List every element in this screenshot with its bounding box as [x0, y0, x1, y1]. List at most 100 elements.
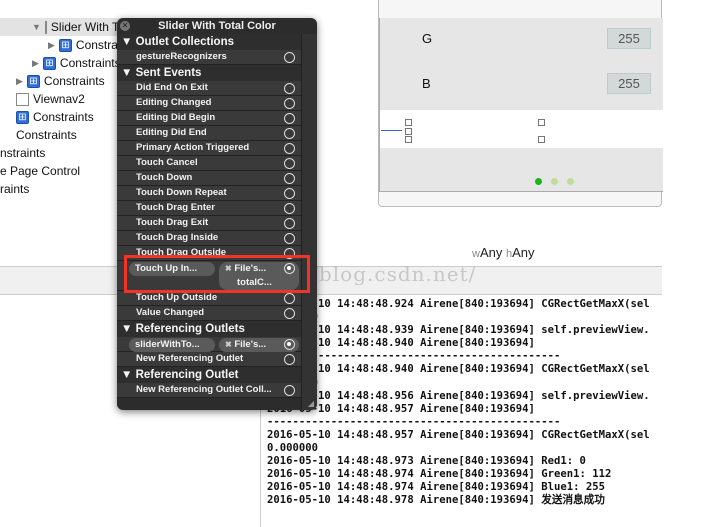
console-line: 2016-05-10 14:48:48.974 Airene[840:19369…: [267, 468, 612, 481]
outline-item[interactable]: ▶ ⊞ Constraints: [16, 72, 105, 90]
connection-item[interactable]: Editing Did Begin: [117, 111, 301, 126]
outline-item[interactable]: raints: [0, 180, 29, 198]
outline-item[interactable]: e Page Control: [0, 162, 80, 180]
connection-circle-icon[interactable]: [284, 203, 295, 214]
connection-circle-icon[interactable]: [284, 293, 295, 304]
resize-handle[interactable]: [538, 136, 545, 143]
source-pill[interactable]: sliderWithTo...: [129, 338, 215, 352]
outline-item[interactable]: Viewnav2: [16, 90, 85, 108]
outline-item-label: raints: [0, 182, 30, 196]
disclosure-open-icon[interactable]: ▼: [121, 36, 132, 48]
connection-item[interactable]: gestureRecognizers: [117, 50, 301, 65]
connection-circle-icon[interactable]: [284, 354, 295, 365]
connection-circle-icon[interactable]: [284, 128, 295, 139]
disclosure-open-icon[interactable]: ▼: [32, 22, 41, 32]
scrollbar[interactable]: [301, 34, 317, 410]
view-icon: [16, 92, 29, 106]
outline-item-label: Constraints: [33, 110, 94, 124]
outline-item[interactable]: Constraints: [16, 126, 77, 144]
disclosure-open-icon[interactable]: ▼: [121, 323, 132, 335]
connection-item[interactable]: Touch Down Repeat: [117, 186, 301, 201]
resize-grip-icon[interactable]: ◢: [308, 399, 314, 408]
connection-item[interactable]: Value Changed: [117, 306, 301, 321]
size-class-selector[interactable]: wAny hAny: [472, 245, 535, 260]
disclosure-closed-icon[interactable]: ▶: [16, 76, 23, 87]
close-icon[interactable]: ✕: [120, 21, 130, 31]
connection-circle-icon[interactable]: [284, 158, 295, 169]
page-dot[interactable]: [567, 178, 574, 185]
section-header[interactable]: ▼ Referencing Outlets: [117, 321, 301, 337]
console-line: 2016-05-10 14:48:48.957 Airene[840:19369…: [267, 428, 650, 441]
connection-item[interactable]: Touch Drag Exit: [117, 216, 301, 231]
w-value: Any: [479, 245, 503, 260]
connection-circle-icon[interactable]: [284, 385, 295, 396]
connection-circle-icon[interactable]: [284, 188, 295, 199]
view-controller-scene[interactable]: G 255 B 255: [379, 18, 664, 192]
w-prefix: w: [472, 248, 480, 260]
connection-item[interactable]: Touch Cancel: [117, 156, 301, 171]
disclosure-closed-icon[interactable]: ▶: [32, 58, 39, 69]
connections-popover: ✕ Slider With Total Color ▼ Outlet Colle…: [117, 18, 317, 410]
connection-label: Primary Action Triggered: [136, 142, 250, 153]
connection-circle-icon[interactable]: [284, 233, 295, 244]
console-output[interactable]: 2016-05-10 14:48:48.924 Airene[840:19369…: [260, 295, 662, 527]
outline-item[interactable]: ⊞ Constraints: [16, 108, 94, 126]
disclosure-closed-icon[interactable]: ▶: [48, 40, 55, 51]
constraints-icon: ⊞: [58, 38, 72, 52]
b-label: B: [422, 76, 431, 91]
connection-item[interactable]: New Referencing Outlet Coll...: [117, 383, 301, 398]
page-dot[interactable]: [535, 178, 542, 185]
b-value-field[interactable]: 255: [607, 73, 651, 94]
target-label: File's...: [234, 339, 267, 350]
outline-item-label: Constraints: [43, 74, 105, 88]
console-line: 2016-05-10 14:48:48.939 Airene[840:19369…: [267, 324, 650, 337]
connection-label: New Referencing Outlet: [136, 353, 244, 364]
console-line: 2016-05-10 14:48:48.940 Airene[840:19369…: [267, 363, 650, 376]
section-header[interactable]: ▼ Outlet Collections: [117, 34, 301, 50]
connection-item[interactable]: Did End On Exit: [117, 81, 301, 96]
connection-label: Did End On Exit: [136, 82, 208, 93]
resize-handle[interactable]: [405, 136, 412, 143]
page-dot[interactable]: [551, 178, 558, 185]
section-header[interactable]: ▼ Referencing Outlet Collections: [117, 367, 301, 397]
connection-item[interactable]: Touch Drag Enter: [117, 201, 301, 216]
console-line: ----------------------------------------…: [267, 415, 561, 428]
connection-circle-icon[interactable]: [284, 83, 295, 94]
connection-circle-icon[interactable]: [284, 339, 295, 350]
connection-item[interactable]: Editing Did End: [117, 126, 301, 141]
connection-label: Touch Down: [136, 172, 193, 183]
connected-item[interactable]: sliderWithTo... ✖ File's...: [117, 337, 301, 352]
constraints-icon: ⊞: [26, 74, 40, 88]
connection-circle-icon[interactable]: [284, 98, 295, 109]
popover-title: Slider With Total Color: [158, 20, 276, 32]
connection-circle-icon[interactable]: [284, 308, 295, 319]
constraint-line: [381, 130, 402, 131]
resize-handle[interactable]: [538, 119, 545, 126]
slider-with-total-color-view[interactable]: [380, 110, 664, 148]
connection-circle-icon[interactable]: [284, 113, 295, 124]
connection-item[interactable]: Editing Changed: [117, 96, 301, 111]
connection-item[interactable]: New Referencing Outlet: [117, 352, 301, 367]
outline-item[interactable]: ▶ ⊞ Constraints: [32, 54, 121, 72]
outline-item[interactable]: ▼ Slider With Total Color: [0, 18, 169, 36]
connection-label: New Referencing Outlet Coll...: [136, 384, 272, 395]
disclosure-open-icon[interactable]: ▼: [121, 67, 132, 79]
g-label: G: [422, 31, 433, 46]
connection-item[interactable]: Touch Up Outside: [117, 291, 301, 306]
outline-item-label: Constraints: [59, 56, 121, 70]
connection-circle-icon[interactable]: [284, 218, 295, 229]
connection-circle-icon[interactable]: [284, 173, 295, 184]
connection-circle-icon[interactable]: [284, 52, 295, 63]
connection-item[interactable]: Primary Action Triggered: [117, 141, 301, 156]
connection-item[interactable]: Touch Drag Inside: [117, 231, 301, 246]
resize-handle[interactable]: [405, 119, 412, 126]
section-header[interactable]: ▼ Sent Events: [117, 65, 301, 81]
console-line: ----------------------------------------…: [267, 350, 561, 363]
disclosure-open-icon[interactable]: ▼: [121, 369, 132, 381]
g-value-field[interactable]: 255: [607, 28, 651, 49]
connection-circle-icon[interactable]: [284, 143, 295, 154]
resize-handle[interactable]: [405, 128, 412, 135]
disconnect-icon[interactable]: ✖: [225, 340, 232, 349]
outline-item[interactable]: nstraints: [0, 144, 45, 162]
connection-item[interactable]: Touch Down: [117, 171, 301, 186]
